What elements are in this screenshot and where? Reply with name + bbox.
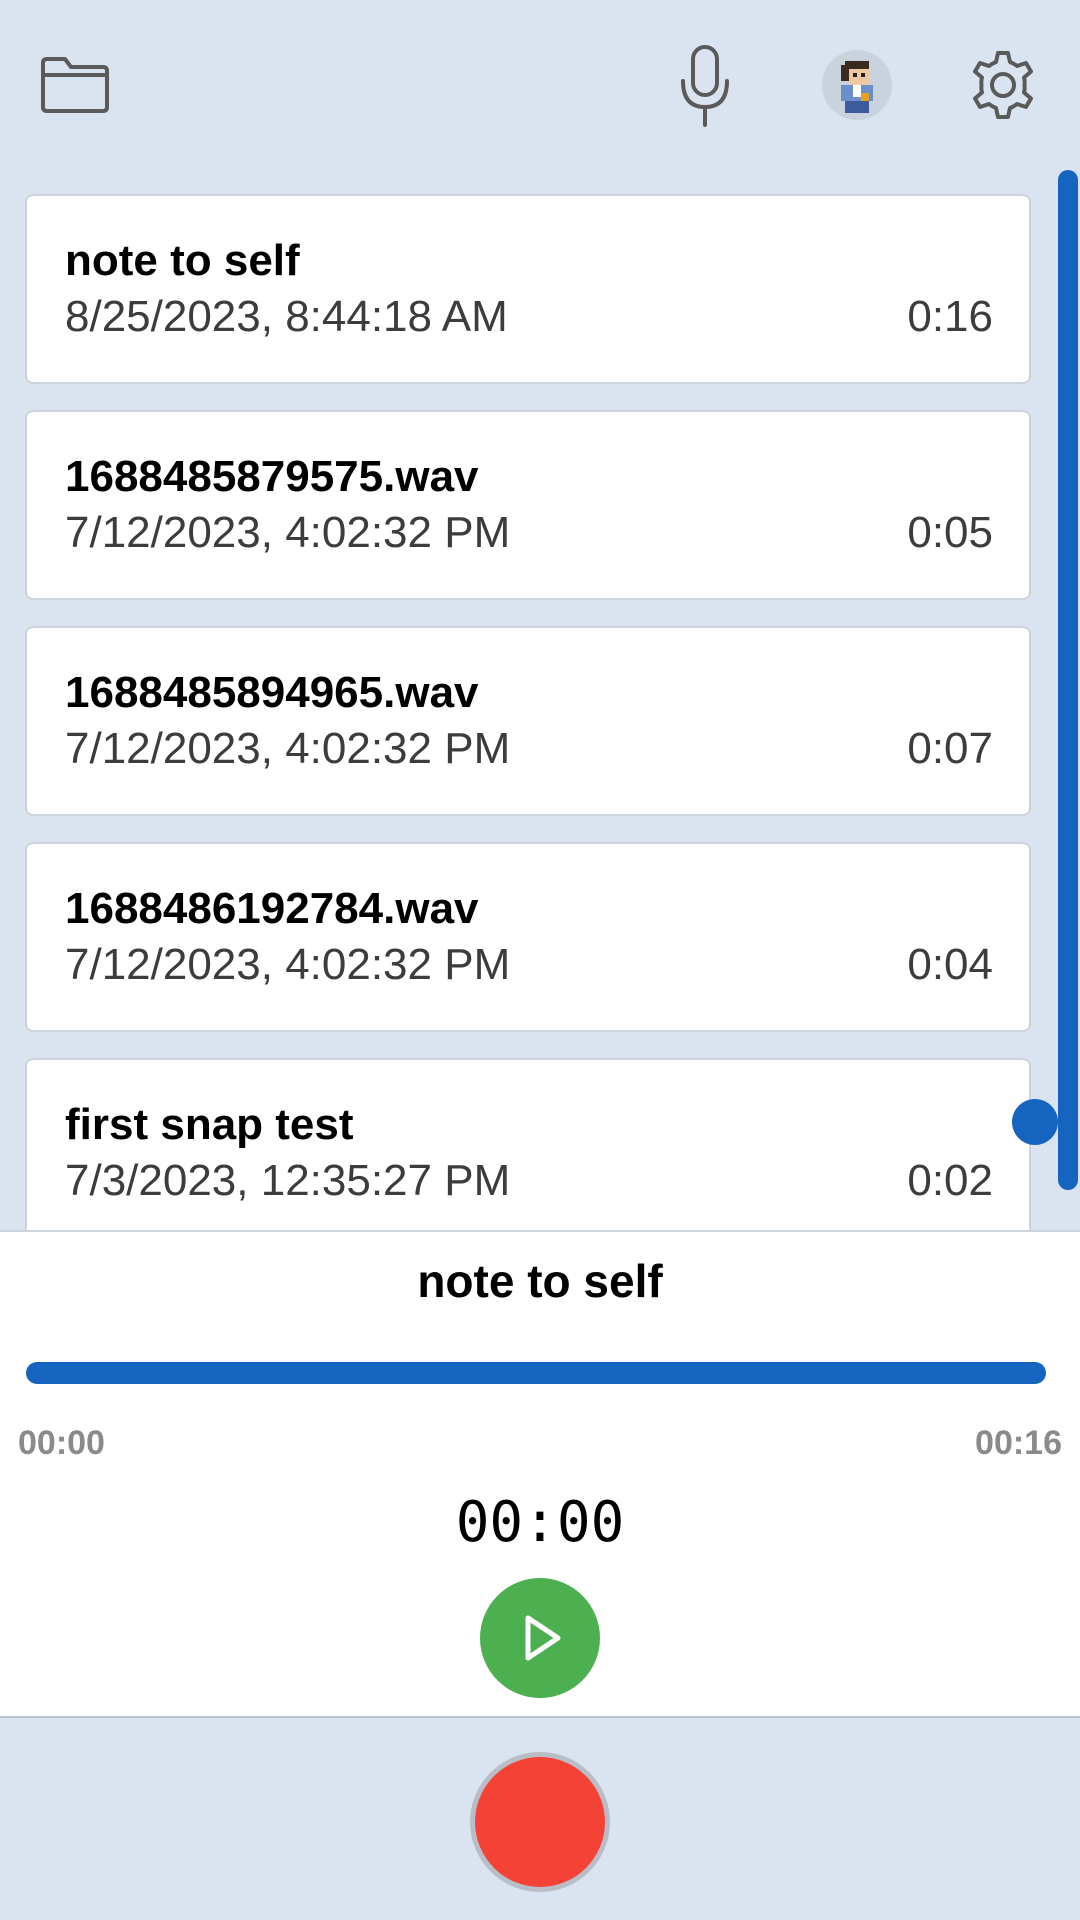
recording-duration: 0:04 (907, 940, 993, 989)
pixel-character-icon (841, 61, 873, 113)
play-button[interactable] (480, 1578, 600, 1698)
end-time: 00:16 (975, 1424, 1062, 1462)
record-button[interactable] (470, 1752, 610, 1892)
play-icon (525, 1615, 561, 1661)
microphone-button[interactable] (660, 40, 750, 130)
recording-item[interactable]: 1688485894965.wav 7/12/2023, 4:02:32 PM … (25, 626, 1031, 816)
recording-name: 1688485894965.wav (65, 668, 479, 717)
folder-button[interactable] (30, 40, 120, 130)
gear-icon (973, 51, 1033, 119)
recording-duration: 0:16 (907, 292, 993, 341)
recording-name: note to self (65, 236, 300, 285)
start-time: 00:00 (18, 1424, 105, 1462)
current-time: 00:00 (455, 1490, 625, 1555)
recording-date: 8/25/2023, 8:44:18 AM (65, 292, 508, 341)
recording-name: 1688486192784.wav (65, 884, 479, 933)
top-toolbar (0, 0, 1080, 170)
microphone-icon (681, 45, 729, 127)
scrollbar-thumb[interactable] (1058, 170, 1078, 1190)
avatar (822, 50, 892, 120)
recording-name: 1688485879575.wav (65, 452, 479, 501)
recording-date: 7/12/2023, 4:02:32 PM (65, 940, 511, 989)
settings-button[interactable] (958, 40, 1048, 130)
recording-date: 7/12/2023, 4:02:32 PM (65, 724, 511, 773)
recordings-list[interactable]: note to self 8/25/2023, 8:44:18 AM 0:16 … (0, 170, 1080, 1230)
recording-item[interactable]: 1688485879575.wav 7/12/2023, 4:02:32 PM … (25, 410, 1031, 600)
seek-slider-thumb[interactable] (1012, 1099, 1058, 1145)
recording-item[interactable]: 1688486192784.wav 7/12/2023, 4:02:32 PM … (25, 842, 1031, 1032)
recording-duration: 0:07 (907, 724, 993, 773)
recording-duration: 0:02 (907, 1156, 993, 1205)
recording-name: first snap test (65, 1100, 354, 1149)
seek-slider[interactable] (26, 1362, 1046, 1384)
recording-item[interactable]: note to self 8/25/2023, 8:44:18 AM 0:16 (25, 194, 1031, 384)
folder-icon (41, 57, 109, 113)
recording-duration: 0:05 (907, 508, 993, 557)
recording-date: 7/3/2023, 12:35:27 PM (65, 1156, 511, 1205)
audio-player: note to self 00:00 00:16 00:00 (0, 1230, 1080, 1718)
player-title: note to self (417, 1255, 663, 1307)
recording-date: 7/12/2023, 4:02:32 PM (65, 508, 511, 557)
recording-item[interactable]: first snap test 7/3/2023, 12:35:27 PM 0:… (25, 1058, 1031, 1230)
list-scrollbar[interactable] (1056, 170, 1080, 1230)
avatar-button[interactable] (812, 40, 902, 130)
